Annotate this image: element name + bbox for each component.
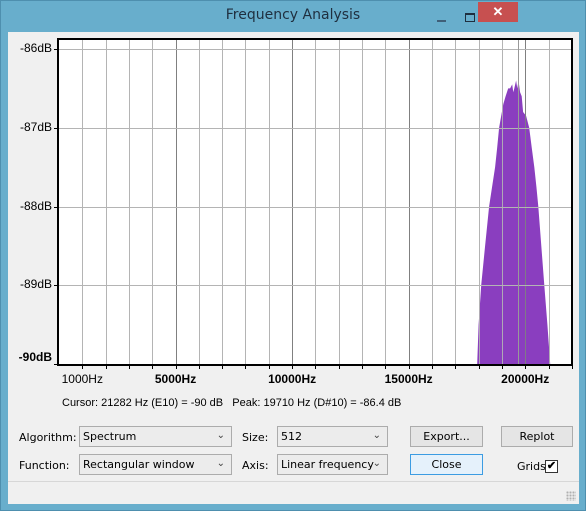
export-button[interactable]: Export... bbox=[410, 426, 483, 447]
algorithm-select[interactable]: Spectrum ⌄ bbox=[79, 426, 232, 447]
x-tick-mark bbox=[82, 366, 83, 369]
x-tick-mark bbox=[106, 366, 107, 369]
replot-button[interactable]: Replot bbox=[501, 426, 573, 447]
y-tick-label: -86dB bbox=[19, 41, 52, 55]
x-tick-mark bbox=[222, 366, 223, 369]
x-tick-label: 5000Hz bbox=[154, 372, 197, 386]
x-tick-mark bbox=[339, 366, 340, 369]
x-tick-mark bbox=[385, 366, 386, 369]
x-tick-mark bbox=[292, 366, 293, 369]
close-icon: ✕ bbox=[492, 4, 504, 19]
grids-checkbox[interactable]: ✔ bbox=[545, 460, 558, 473]
axis-value: Linear frequency bbox=[281, 458, 374, 471]
axis-select[interactable]: Linear frequency ⌄ bbox=[277, 454, 388, 475]
size-value: 512 bbox=[281, 430, 302, 443]
x-tick-mark bbox=[502, 366, 503, 369]
x-tick-mark bbox=[362, 366, 363, 369]
chevron-down-icon: ⌄ bbox=[372, 458, 381, 469]
x-tick-label: 1000Hz bbox=[61, 372, 103, 386]
algorithm-label: Algorithm: bbox=[19, 431, 77, 444]
cursor-readout: Cursor: 21282 Hz (E10) = -90 dB Peak: 19… bbox=[62, 397, 401, 409]
x-tick-mark bbox=[572, 366, 573, 369]
y-tick-label: -87dB bbox=[19, 119, 52, 134]
resize-grip-icon[interactable] bbox=[566, 491, 576, 501]
frequency-analysis-window: Frequency Analysis ✕ -86dB -87dB -88dB -89d… bbox=[0, 0, 586, 511]
minimize-icon bbox=[437, 19, 446, 22]
spectrum-area bbox=[477, 80, 551, 364]
chevron-down-icon: ⌄ bbox=[216, 458, 225, 469]
cursor-text: Cursor: 21282 Hz (E10) = -90 dB bbox=[62, 397, 224, 409]
chevron-down-icon: ⌄ bbox=[216, 430, 225, 441]
checkmark-icon: ✔ bbox=[546, 460, 557, 472]
x-tick-mark bbox=[549, 366, 550, 369]
title-bar[interactable]: Frequency Analysis ✕ bbox=[1, 1, 585, 32]
close-window-button[interactable]: ✕ bbox=[478, 2, 518, 22]
close-button[interactable]: Close bbox=[410, 454, 483, 475]
x-tick-mark bbox=[269, 366, 270, 369]
chevron-down-icon: ⌄ bbox=[372, 430, 381, 441]
x-tick-label: 10000Hz bbox=[268, 372, 317, 386]
x-tick-mark bbox=[129, 366, 130, 369]
grids-label: Grids bbox=[517, 460, 546, 473]
x-tick-label: 15000Hz bbox=[384, 372, 433, 386]
minimize-button[interactable] bbox=[428, 7, 455, 28]
size-select[interactable]: 512 ⌄ bbox=[277, 426, 388, 447]
y-tick-label: -88dB bbox=[19, 198, 52, 213]
peak-text: Peak: 19710 Hz (D#10) = -86.4 dB bbox=[232, 397, 402, 409]
x-tick-mark bbox=[245, 366, 246, 369]
x-tick-mark bbox=[525, 366, 526, 369]
function-label: Function: bbox=[19, 459, 70, 472]
algorithm-value: Spectrum bbox=[83, 430, 137, 443]
x-tick-label: 20000Hz bbox=[501, 372, 550, 386]
spectrum-chart-svg bbox=[59, 40, 571, 364]
y-tick-label: -90dB bbox=[18, 350, 52, 364]
axis-label: Axis: bbox=[242, 459, 269, 472]
spectrum-plot[interactable] bbox=[57, 38, 573, 366]
dialog-client-area: -86dB -87dB -88dB -89dB -90dB 1000Hz 5000Hz 10… bbox=[8, 32, 579, 504]
x-tick-mark bbox=[315, 366, 316, 369]
x-tick-mark bbox=[455, 366, 456, 369]
size-label: Size: bbox=[242, 431, 269, 444]
status-bar-separator bbox=[8, 481, 579, 482]
maximize-icon bbox=[464, 13, 475, 22]
y-tick-label: -89dB bbox=[19, 277, 52, 292]
function-select[interactable]: Rectangular window ⌄ bbox=[79, 454, 232, 475]
x-tick-mark bbox=[432, 366, 433, 369]
function-value: Rectangular window bbox=[83, 458, 195, 471]
x-tick-mark bbox=[152, 366, 153, 369]
x-tick-mark bbox=[479, 366, 480, 369]
x-tick-mark bbox=[176, 366, 177, 369]
x-tick-mark bbox=[199, 366, 200, 369]
x-tick-mark bbox=[409, 366, 410, 369]
